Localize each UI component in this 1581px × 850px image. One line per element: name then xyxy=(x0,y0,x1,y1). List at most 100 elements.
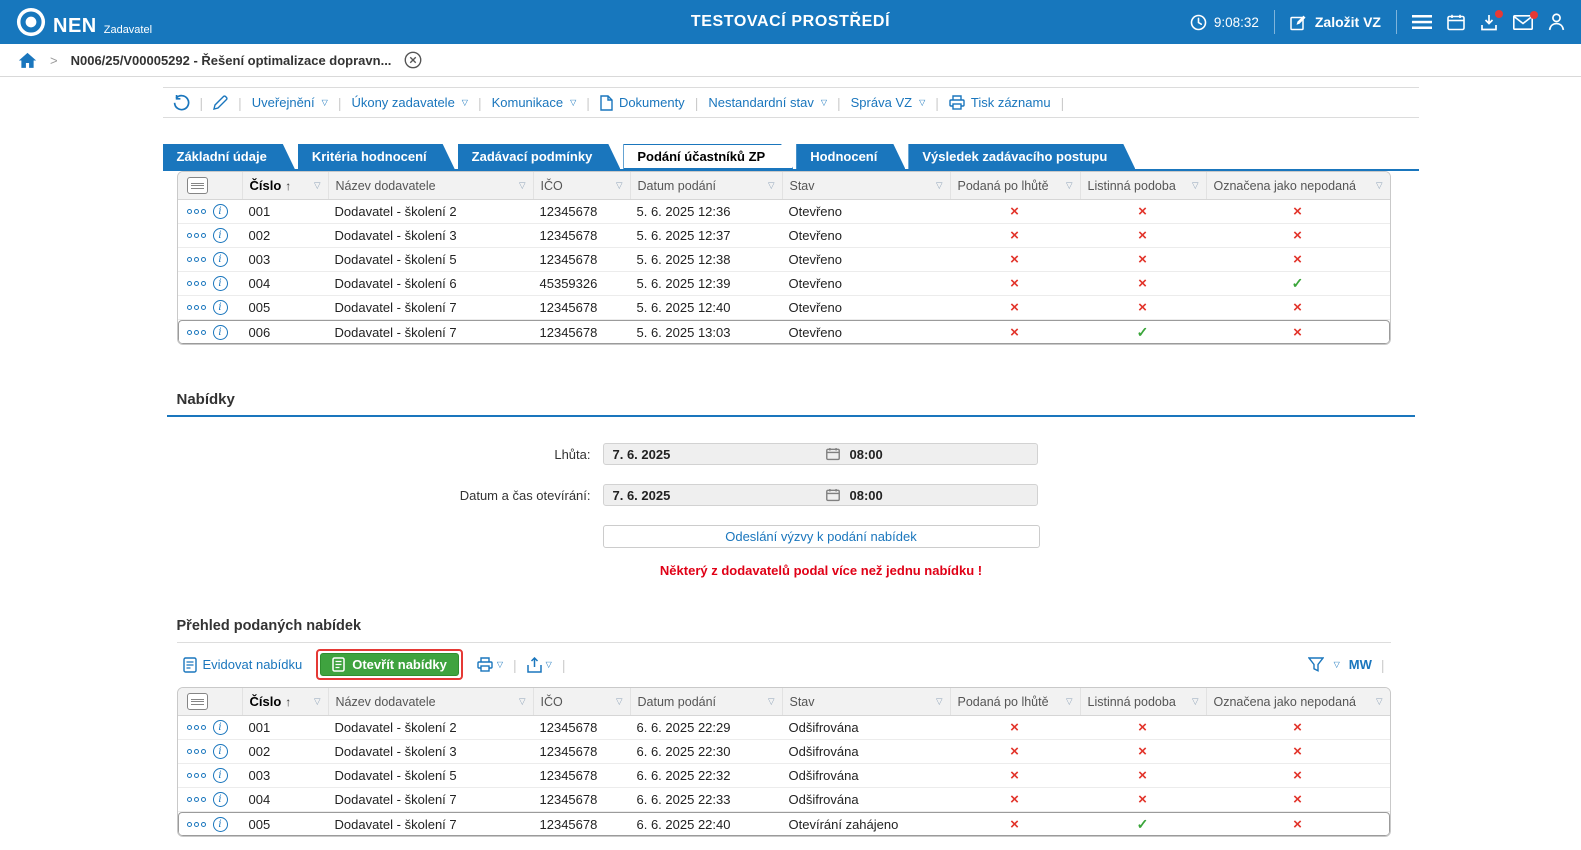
column-header-7[interactable]: Listinná podoba▽ xyxy=(1080,172,1206,199)
table-row[interactable]: i001Dodavatel - školení 2123456785. 6. 2… xyxy=(178,200,1390,224)
toolbar-item-ukony-zadavatele[interactable]: Úkony zadavatele▽ xyxy=(351,95,468,110)
filter-caret-icon[interactable]: ▽ xyxy=(1192,696,1199,707)
filter-caret-icon[interactable]: ▽ xyxy=(314,696,321,707)
info-icon[interactable]: i xyxy=(213,276,228,291)
filter-caret-icon[interactable]: ▽ xyxy=(1192,180,1199,191)
row-menu-icon[interactable] xyxy=(187,822,206,827)
info-icon[interactable]: i xyxy=(213,300,228,315)
column-header-2[interactable]: Název dodavatele▽ xyxy=(328,172,533,199)
row-menu-icon[interactable] xyxy=(187,773,206,778)
table-row[interactable]: i002Dodavatel - školení 3123456785. 6. 2… xyxy=(178,224,1390,248)
calendar-icon[interactable] xyxy=(826,447,840,461)
column-settings-icon[interactable] xyxy=(187,693,208,710)
column-header-1[interactable]: Číslo↑▽ xyxy=(242,688,328,715)
close-record-icon[interactable] xyxy=(404,51,422,69)
info-icon[interactable]: i xyxy=(213,744,228,759)
mw-toggle[interactable]: MW xyxy=(1349,657,1372,672)
column-header-6[interactable]: Podaná po lhůtě▽ xyxy=(950,172,1080,199)
filter-caret-icon[interactable]: ▽ xyxy=(519,180,526,191)
column-header-1[interactable]: Číslo↑▽ xyxy=(242,172,328,199)
menu-icon[interactable] xyxy=(1412,14,1432,30)
calendar-icon[interactable] xyxy=(826,488,840,502)
home-icon[interactable] xyxy=(18,52,37,69)
column-header-5[interactable]: Stav▽ xyxy=(782,688,950,715)
caret-down-icon[interactable]: ▽ xyxy=(1334,660,1340,669)
tab-zadavaci-podminky[interactable]: Zadávací podmínky xyxy=(458,144,621,169)
tab-hodnoceni[interactable]: Hodnocení xyxy=(796,144,905,169)
row-menu-icon[interactable] xyxy=(187,209,206,214)
row-menu-icon[interactable] xyxy=(187,257,206,262)
opening-date-value[interactable]: 7. 6. 2025 xyxy=(604,488,826,503)
record-breadcrumb-title[interactable]: N006/25/V00005292 - Řešení optimalizace … xyxy=(71,53,392,68)
column-header-3[interactable]: IČO▽ xyxy=(533,688,630,715)
table-row[interactable]: i005Dodavatel - školení 7123456786. 6. 2… xyxy=(178,812,1390,836)
print-table-icon[interactable]: ▽ xyxy=(477,657,503,672)
column-header-8[interactable]: Označena jako nepodaná▽ xyxy=(1206,688,1390,715)
filter-caret-icon[interactable]: ▽ xyxy=(1066,696,1073,707)
deadline-date-value[interactable]: 7. 6. 2025 xyxy=(604,447,826,462)
tab-vysledek-zadavaciho-postupu[interactable]: Výsledek zadávacího postupu xyxy=(908,144,1135,169)
deadline-time-value[interactable]: 08:00 xyxy=(840,447,883,462)
filter-caret-icon[interactable]: ▽ xyxy=(616,180,623,191)
toolbar-item-sprava-vz[interactable]: Správa VZ▽ xyxy=(851,95,926,110)
row-menu-icon[interactable] xyxy=(187,797,206,802)
toolbar-item-komunikace[interactable]: Komunikace▽ xyxy=(492,95,577,110)
column-header-4[interactable]: Datum podání▽ xyxy=(630,172,782,199)
opening-field[interactable]: 7. 6. 2025 08:00 xyxy=(603,484,1038,506)
toolbar-item-tisk-zaznamu[interactable]: Tisk záznamu xyxy=(949,95,1051,110)
table-row[interactable]: i002Dodavatel - školení 3123456786. 6. 2… xyxy=(178,740,1390,764)
filter-caret-icon[interactable]: ▽ xyxy=(768,180,775,191)
toolbar-item-uverejneni[interactable]: Uveřejnění▽ xyxy=(252,95,328,110)
column-header-4[interactable]: Datum podání▽ xyxy=(630,688,782,715)
column-header-8[interactable]: Označena jako nepodaná▽ xyxy=(1206,172,1390,199)
column-header-6[interactable]: Podaná po lhůtě▽ xyxy=(950,688,1080,715)
info-icon[interactable]: i xyxy=(213,252,228,267)
user-icon[interactable] xyxy=(1548,13,1565,31)
column-settings-icon[interactable] xyxy=(187,177,208,194)
table-row[interactable]: i006Dodavatel - školení 7123456785. 6. 2… xyxy=(178,320,1390,344)
table-row[interactable]: i005Dodavatel - školení 7123456785. 6. 2… xyxy=(178,296,1390,320)
row-menu-icon[interactable] xyxy=(187,330,206,335)
column-header-5[interactable]: Stav▽ xyxy=(782,172,950,199)
row-menu-icon[interactable] xyxy=(187,233,206,238)
info-icon[interactable]: i xyxy=(213,325,228,340)
info-icon[interactable]: i xyxy=(213,720,228,735)
filter-caret-icon[interactable]: ▽ xyxy=(768,696,775,707)
calendar-icon[interactable] xyxy=(1447,14,1465,31)
nen-logo[interactable]: NEN Zadavatel xyxy=(16,7,152,37)
column-header-2[interactable]: Název dodavatele▽ xyxy=(328,688,533,715)
table-row[interactable]: i003Dodavatel - školení 5123456786. 6. 2… xyxy=(178,764,1390,788)
filter-caret-icon[interactable]: ▽ xyxy=(1376,696,1383,707)
toolbar-item-dokumenty[interactable]: Dokumenty xyxy=(600,95,685,111)
row-menu-icon[interactable] xyxy=(187,281,206,286)
deadline-field[interactable]: 7. 6. 2025 08:00 xyxy=(603,443,1038,465)
row-menu-icon[interactable] xyxy=(187,749,206,754)
table-row[interactable]: i004Dodavatel - školení 7123456786. 6. 2… xyxy=(178,788,1390,812)
tab-kriteria-hodnoceni[interactable]: Kritéria hodnocení xyxy=(298,144,455,169)
open-offers-button[interactable]: Otevřít nabídky xyxy=(320,653,459,676)
filter-caret-icon[interactable]: ▽ xyxy=(1066,180,1073,191)
table-row[interactable]: i004Dodavatel - školení 6453593265. 6. 2… xyxy=(178,272,1390,296)
filter-caret-icon[interactable]: ▽ xyxy=(314,180,321,191)
filter-caret-icon[interactable]: ▽ xyxy=(936,696,943,707)
row-menu-icon[interactable] xyxy=(187,305,206,310)
edit-icon[interactable] xyxy=(213,95,228,110)
toolbar-item-nestandardni-stav[interactable]: Nestandardní stav▽ xyxy=(708,95,827,110)
table-row[interactable]: i001Dodavatel - školení 2123456786. 6. 2… xyxy=(178,716,1390,740)
export-icon[interactable]: ▽ xyxy=(527,657,552,673)
column-header-3[interactable]: IČO▽ xyxy=(533,172,630,199)
column-header-7[interactable]: Listinná podoba▽ xyxy=(1080,688,1206,715)
info-icon[interactable]: i xyxy=(213,817,228,832)
filter-caret-icon[interactable]: ▽ xyxy=(936,180,943,191)
filter-caret-icon[interactable]: ▽ xyxy=(519,696,526,707)
table-row[interactable]: i003Dodavatel - školení 5123456785. 6. 2… xyxy=(178,248,1390,272)
mail-icon[interactable] xyxy=(1513,15,1533,30)
filter-caret-icon[interactable]: ▽ xyxy=(616,696,623,707)
create-vz-button[interactable]: Založit VZ xyxy=(1290,14,1381,31)
history-icon[interactable] xyxy=(173,94,190,111)
row-menu-icon[interactable] xyxy=(187,725,206,730)
tab-zakladni-udaje[interactable]: Základní údaje xyxy=(163,144,295,169)
info-icon[interactable]: i xyxy=(213,768,228,783)
filter-icon[interactable] xyxy=(1308,657,1324,672)
opening-time-value[interactable]: 08:00 xyxy=(840,488,883,503)
